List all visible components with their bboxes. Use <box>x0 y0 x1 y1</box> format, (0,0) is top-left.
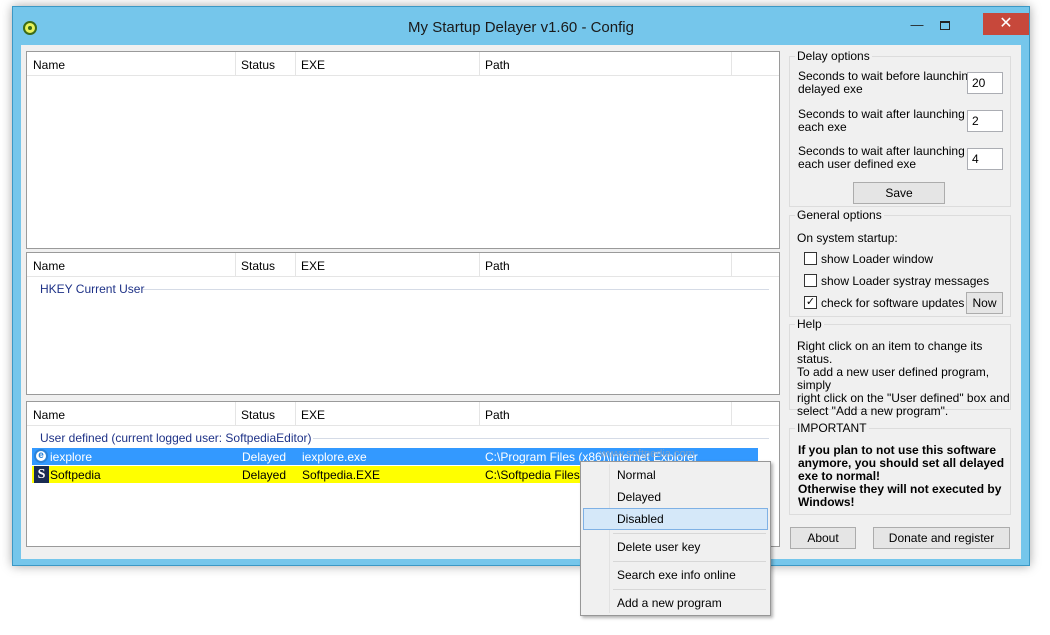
check-now-button[interactable]: Now <box>966 292 1003 314</box>
list-header: Name Status EXE Path <box>27 253 779 277</box>
menu-item-add-new-program[interactable]: Add a new program <box>583 592 768 614</box>
row-name: Softpedia <box>50 468 101 482</box>
minimize-icon: — <box>910 17 924 32</box>
checkmark-icon: ✓ <box>805 296 816 308</box>
group-header-hkey-current-user[interactable]: HKEY Current User <box>40 282 144 296</box>
row-name: iexplore <box>50 450 93 464</box>
about-button[interactable]: About <box>790 527 856 549</box>
menu-item-disabled[interactable]: Disabled <box>583 508 768 530</box>
on-startup-label: On system startup: <box>797 231 898 245</box>
column-path[interactable]: Path <box>485 58 510 72</box>
column-name[interactable]: Name <box>33 259 65 273</box>
close-button[interactable]: ✕ <box>983 13 1029 35</box>
delay-user-label: Seconds to wait after launching each user… <box>798 144 965 171</box>
row-path: C:\Softpedia Files\ <box>485 468 584 482</box>
row-exe: Softpedia.EXE <box>302 468 381 482</box>
menu-item-delayed[interactable]: Delayed <box>583 486 768 508</box>
column-exe[interactable]: EXE <box>301 259 325 273</box>
delay-after-input[interactable]: 2 <box>967 110 1003 132</box>
main-window: My Startup Delayer v1.60 - Config — ✕ Na… <box>12 6 1030 566</box>
column-path[interactable]: Path <box>485 259 510 273</box>
column-exe[interactable]: EXE <box>301 58 325 72</box>
menu-item-search-exe-info[interactable]: Search exe info online <box>583 564 768 586</box>
column-name[interactable]: Name <box>33 58 65 72</box>
delay-options-legend: Delay options <box>797 49 870 63</box>
column-status[interactable]: Status <box>241 58 275 72</box>
maximize-icon <box>940 21 950 31</box>
delay-before-input[interactable]: 20 <box>967 72 1003 94</box>
help-legend: Help <box>797 317 822 331</box>
column-status[interactable]: Status <box>241 259 275 273</box>
internet-explorer-icon: e <box>34 449 48 463</box>
watermark: www.softpedia.com <box>600 448 695 460</box>
column-path[interactable]: Path <box>485 408 510 422</box>
delay-after-label: Seconds to wait after launching each exe <box>798 107 965 134</box>
startup-list-current-user[interactable]: Name Status EXE Path HKEY Current User <box>26 252 780 395</box>
donate-register-button[interactable]: Donate and register <box>873 527 1010 549</box>
row-exe: iexplore.exe <box>302 450 367 464</box>
column-name[interactable]: Name <box>33 408 65 422</box>
title-bar[interactable]: My Startup Delayer v1.60 - Config — ✕ <box>13 7 1029 45</box>
show-systray-checkbox[interactable] <box>804 274 817 287</box>
client-area: Name Status EXE Path Name Status EXE Pat… <box>21 45 1021 559</box>
column-exe[interactable]: EXE <box>301 408 325 422</box>
delay-before-label: Seconds to wait before launching delayed … <box>798 69 975 96</box>
menu-item-normal[interactable]: Normal <box>583 464 768 486</box>
softpedia-icon: S <box>34 466 49 483</box>
list-header: Name Status EXE Path <box>27 402 779 426</box>
check-updates-label[interactable]: check for software updates <box>821 297 964 310</box>
delay-user-input[interactable]: 4 <box>967 148 1003 170</box>
check-updates-checkbox[interactable]: ✓ <box>804 296 817 309</box>
group-header-user-defined[interactable]: User defined (current logged user: Softp… <box>40 431 311 445</box>
context-menu: Normal Delayed Disabled Delete user key … <box>580 461 771 616</box>
show-loader-label[interactable]: show Loader window <box>821 253 933 266</box>
minimize-button[interactable]: — <box>903 14 931 36</box>
show-systray-label[interactable]: show Loader systray messages <box>821 275 989 288</box>
list-header: Name Status EXE Path <box>27 52 779 76</box>
general-options-legend: General options <box>797 208 882 222</box>
help-text-2: To add a new user defined program, simpl… <box>797 365 1010 418</box>
menu-item-delete-user-key[interactable]: Delete user key <box>583 536 768 558</box>
row-status: Delayed <box>242 468 287 482</box>
startup-list-machine[interactable]: Name Status EXE Path <box>26 51 780 249</box>
important-text: If you plan to not use this software anym… <box>798 443 1005 509</box>
close-icon: ✕ <box>999 15 1013 32</box>
show-loader-checkbox[interactable] <box>804 252 817 265</box>
maximize-button[interactable] <box>931 14 959 36</box>
column-status[interactable]: Status <box>241 408 275 422</box>
window-title: My Startup Delayer v1.60 - Config <box>408 19 634 36</box>
save-button[interactable]: Save <box>853 182 945 204</box>
important-legend: IMPORTANT <box>797 421 867 435</box>
row-status: Delayed <box>242 450 287 464</box>
help-text-1: Right click on an item to change its sta… <box>797 339 983 366</box>
